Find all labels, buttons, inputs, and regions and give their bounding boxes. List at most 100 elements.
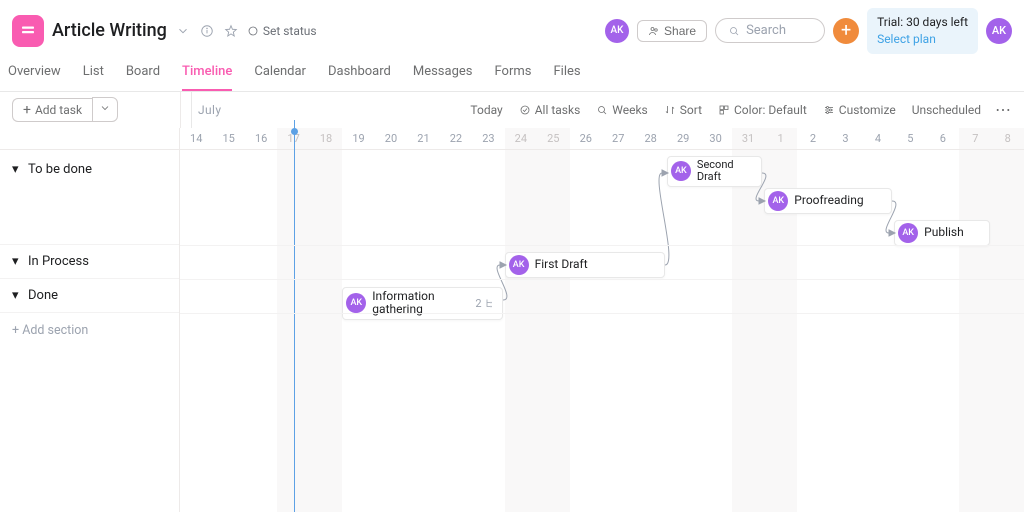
- trial-days-left: Trial: 30 days left: [877, 14, 968, 31]
- grid-column: [602, 150, 634, 512]
- timeline-grid[interactable]: AK Second Draft AK Proofreading AK Publi…: [180, 150, 1024, 512]
- grid-column: [992, 150, 1024, 512]
- task-information-gathering[interactable]: AK Information gathering 2: [342, 287, 502, 321]
- date-cell: 3: [829, 128, 861, 149]
- set-status-label: Set status: [263, 24, 317, 38]
- timeline-body: ▾ To be done ▾ In Process ▾ Done + Add s…: [0, 150, 1024, 512]
- date-cell: 27: [602, 128, 634, 149]
- chevron-down-icon[interactable]: [175, 23, 191, 39]
- grid-column: [245, 150, 277, 512]
- sort-button[interactable]: Sort: [664, 103, 702, 117]
- date-cell: 22: [440, 128, 472, 149]
- date-cell: 8: [992, 128, 1024, 149]
- date-cell: 18: [310, 128, 342, 149]
- task-name: First Draft: [535, 258, 588, 272]
- set-status-button[interactable]: Set status: [247, 24, 317, 38]
- share-button[interactable]: Share: [637, 20, 707, 42]
- grid-column: [342, 150, 374, 512]
- trial-banner: Trial: 30 days left Select plan: [867, 8, 978, 54]
- customize-button[interactable]: Customize: [823, 103, 896, 117]
- section-label: Done: [28, 288, 58, 303]
- section-label: To be done: [28, 162, 92, 177]
- grid-column: [505, 150, 537, 512]
- task-second-draft[interactable]: AK Second Draft: [667, 156, 762, 187]
- date-cell: 14: [180, 128, 212, 149]
- star-icon[interactable]: [223, 23, 239, 39]
- date-cell: 6: [927, 128, 959, 149]
- search-placeholder: Search: [746, 23, 786, 38]
- section-done[interactable]: ▾ Done: [0, 279, 179, 313]
- month-label: July: [191, 92, 221, 128]
- all-tasks-filter[interactable]: All tasks: [519, 103, 581, 117]
- caret-down-icon: ▾: [12, 254, 22, 269]
- dependency-arrow: [653, 161, 680, 277]
- color-button[interactable]: Color: Default: [718, 103, 807, 117]
- section-divider: [180, 313, 1024, 314]
- add-task-menu[interactable]: [92, 97, 118, 122]
- grid-column: [375, 150, 407, 512]
- tab-files[interactable]: Files: [553, 64, 580, 91]
- date-cell: 2: [797, 128, 829, 149]
- tab-messages[interactable]: Messages: [413, 64, 473, 91]
- add-task-button[interactable]: +Add task: [12, 97, 118, 122]
- task-first-draft[interactable]: AK First Draft: [505, 252, 665, 278]
- date-cell: 26: [570, 128, 602, 149]
- section-to-be-done[interactable]: ▾ To be done: [0, 150, 179, 245]
- date-cell: 1: [764, 128, 796, 149]
- grid-column: [440, 150, 472, 512]
- task-name: Proofreading: [794, 194, 863, 208]
- task-name: Second Draft: [697, 159, 755, 184]
- global-add-button[interactable]: +: [833, 18, 859, 44]
- date-ruler: 1415161718192021222324252627282930311234…: [0, 128, 1024, 150]
- unscheduled-button[interactable]: Unscheduled: [912, 103, 981, 117]
- date-cell: 16: [245, 128, 277, 149]
- tab-timeline[interactable]: Timeline: [182, 64, 232, 91]
- more-icon[interactable]: ⋯: [995, 100, 1012, 119]
- section-in-process[interactable]: ▾ In Process: [0, 245, 179, 279]
- user-avatar[interactable]: AK: [986, 18, 1012, 44]
- grid-column: [537, 150, 569, 512]
- task-publish[interactable]: AK Publish: [894, 220, 989, 246]
- tab-overview[interactable]: Overview: [8, 64, 61, 91]
- tab-forms[interactable]: Forms: [494, 64, 531, 91]
- select-plan-link[interactable]: Select plan: [877, 31, 968, 48]
- grid-column: [180, 150, 212, 512]
- tab-board[interactable]: Board: [126, 64, 160, 91]
- today-marker: [294, 120, 295, 512]
- date-cell: 24: [505, 128, 537, 149]
- date-cell: 21: [407, 128, 439, 149]
- grid-column: [472, 150, 504, 512]
- project-header: Article Writing Set status AK Share Sear…: [0, 0, 1024, 58]
- task-name: Publish: [924, 226, 964, 240]
- caret-down-icon: ▾: [12, 288, 22, 303]
- member-avatar[interactable]: AK: [605, 19, 629, 43]
- date-cell: 30: [699, 128, 731, 149]
- project-title: Article Writing: [52, 20, 167, 41]
- info-icon[interactable]: [199, 23, 215, 39]
- section-divider: [180, 245, 1024, 246]
- today-button[interactable]: Today: [470, 103, 502, 117]
- grid-column: [212, 150, 244, 512]
- grid-column: [927, 150, 959, 512]
- date-cell: 20: [375, 128, 407, 149]
- share-label: Share: [664, 24, 696, 38]
- section-label: In Process: [28, 254, 89, 269]
- dependency-arrow: [880, 189, 907, 245]
- task-proofreading[interactable]: AK Proofreading: [764, 188, 892, 214]
- add-section-button[interactable]: + Add section: [0, 313, 179, 348]
- date-cell: 25: [537, 128, 569, 149]
- date-cell: 23: [472, 128, 504, 149]
- zoom-weeks[interactable]: Weeks: [596, 103, 647, 117]
- date-cell: 4: [862, 128, 894, 149]
- tab-calendar[interactable]: Calendar: [254, 64, 306, 91]
- date-cell: 7: [959, 128, 991, 149]
- grid-column: [959, 150, 991, 512]
- section-sidebar: ▾ To be done ▾ In Process ▾ Done + Add s…: [0, 150, 180, 512]
- tab-list[interactable]: List: [83, 64, 104, 91]
- section-divider: [180, 279, 1024, 280]
- search-input[interactable]: Search: [715, 18, 825, 43]
- date-cell: 15: [212, 128, 244, 149]
- grid-column: [699, 150, 731, 512]
- assignee-avatar: AK: [346, 293, 366, 313]
- tab-dashboard[interactable]: Dashboard: [328, 64, 391, 91]
